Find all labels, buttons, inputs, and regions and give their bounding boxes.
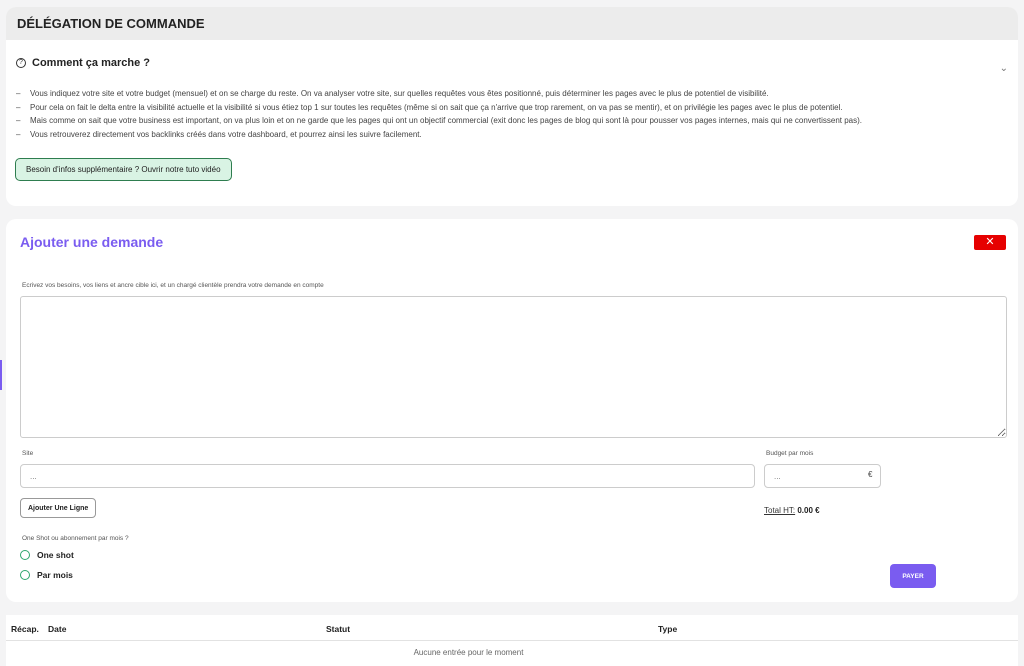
- radio-circle-icon[interactable]: [20, 550, 30, 560]
- total-label: Total HT:: [764, 506, 796, 515]
- list-item: – Vous retrouverez directement vos backli…: [16, 129, 422, 139]
- budget-label: Budget par mois: [766, 450, 814, 457]
- list-item: – Pour cela on fait le delta entre la vis…: [16, 102, 843, 112]
- how-it-works-toggle[interactable]: ? Comment ça marche ?: [16, 57, 150, 69]
- chevron-down-icon[interactable]: ⌄: [1000, 63, 1008, 74]
- divider: [6, 640, 1018, 641]
- list-item: – Vous indiquez votre site et votre budge…: [16, 89, 769, 98]
- column-header[interactable]: Statut: [326, 624, 350, 634]
- empty-message: Aucune entrée pour le moment: [413, 648, 524, 657]
- site-label: Site: [22, 450, 34, 457]
- radio-label: One shot: [37, 550, 74, 560]
- question-icon: ?: [16, 58, 26, 68]
- list-item: – Mais comme on sait que votre business e…: [16, 116, 863, 125]
- tutorial-video-button[interactable]: Besoin d'infos supplémentaire ? Ouvrir n…: [15, 158, 232, 181]
- pay-button[interactable]: PAYER: [890, 564, 936, 588]
- radio-label: Par mois: [37, 570, 73, 580]
- column-header[interactable]: Date: [48, 624, 66, 634]
- add-request-card: Ajouter une demande ✕ Ecrivez vos besoin…: [6, 219, 1018, 602]
- left-edge-accent: [0, 360, 2, 390]
- description-label: Ecrivez vos besoins, vos liens et ancre …: [22, 282, 324, 289]
- add-line-button[interactable]: Ajouter Une Ligne: [20, 498, 97, 518]
- form-title: Ajouter une demande: [20, 234, 164, 250]
- euro-icon: €: [868, 470, 873, 479]
- page-title: DÉLÉGATION DE COMMANDE: [17, 16, 205, 31]
- radio-par-mois[interactable]: Par mois: [20, 570, 73, 580]
- description-textarea[interactable]: [20, 296, 1007, 438]
- radio-circle-icon[interactable]: [20, 570, 30, 580]
- how-it-works-card: DÉLÉGATION DE COMMANDE ? Comment ça marc…: [6, 7, 1018, 206]
- site-input[interactable]: [20, 464, 755, 488]
- column-header[interactable]: Type: [658, 624, 677, 634]
- total-value: 0.00 €: [797, 506, 820, 515]
- total-ht: Total HT: 0.00 €: [764, 506, 820, 515]
- orders-table: Récap. Date Statut Type Aucune entrée po…: [6, 615, 1018, 666]
- subscription-choice-label: One Shot ou abonnement par mois ?: [22, 535, 129, 542]
- how-it-works-list: – Vous indiquez votre site et votre budge…: [16, 87, 862, 141]
- close-button[interactable]: ✕: [974, 235, 1006, 250]
- budget-input[interactable]: [764, 464, 881, 488]
- card-header: DÉLÉGATION DE COMMANDE: [6, 7, 1018, 40]
- radio-one-shot[interactable]: One shot: [20, 550, 74, 560]
- how-it-works-title: Comment ça marche ?: [32, 57, 150, 69]
- column-header[interactable]: Récap.: [11, 624, 39, 634]
